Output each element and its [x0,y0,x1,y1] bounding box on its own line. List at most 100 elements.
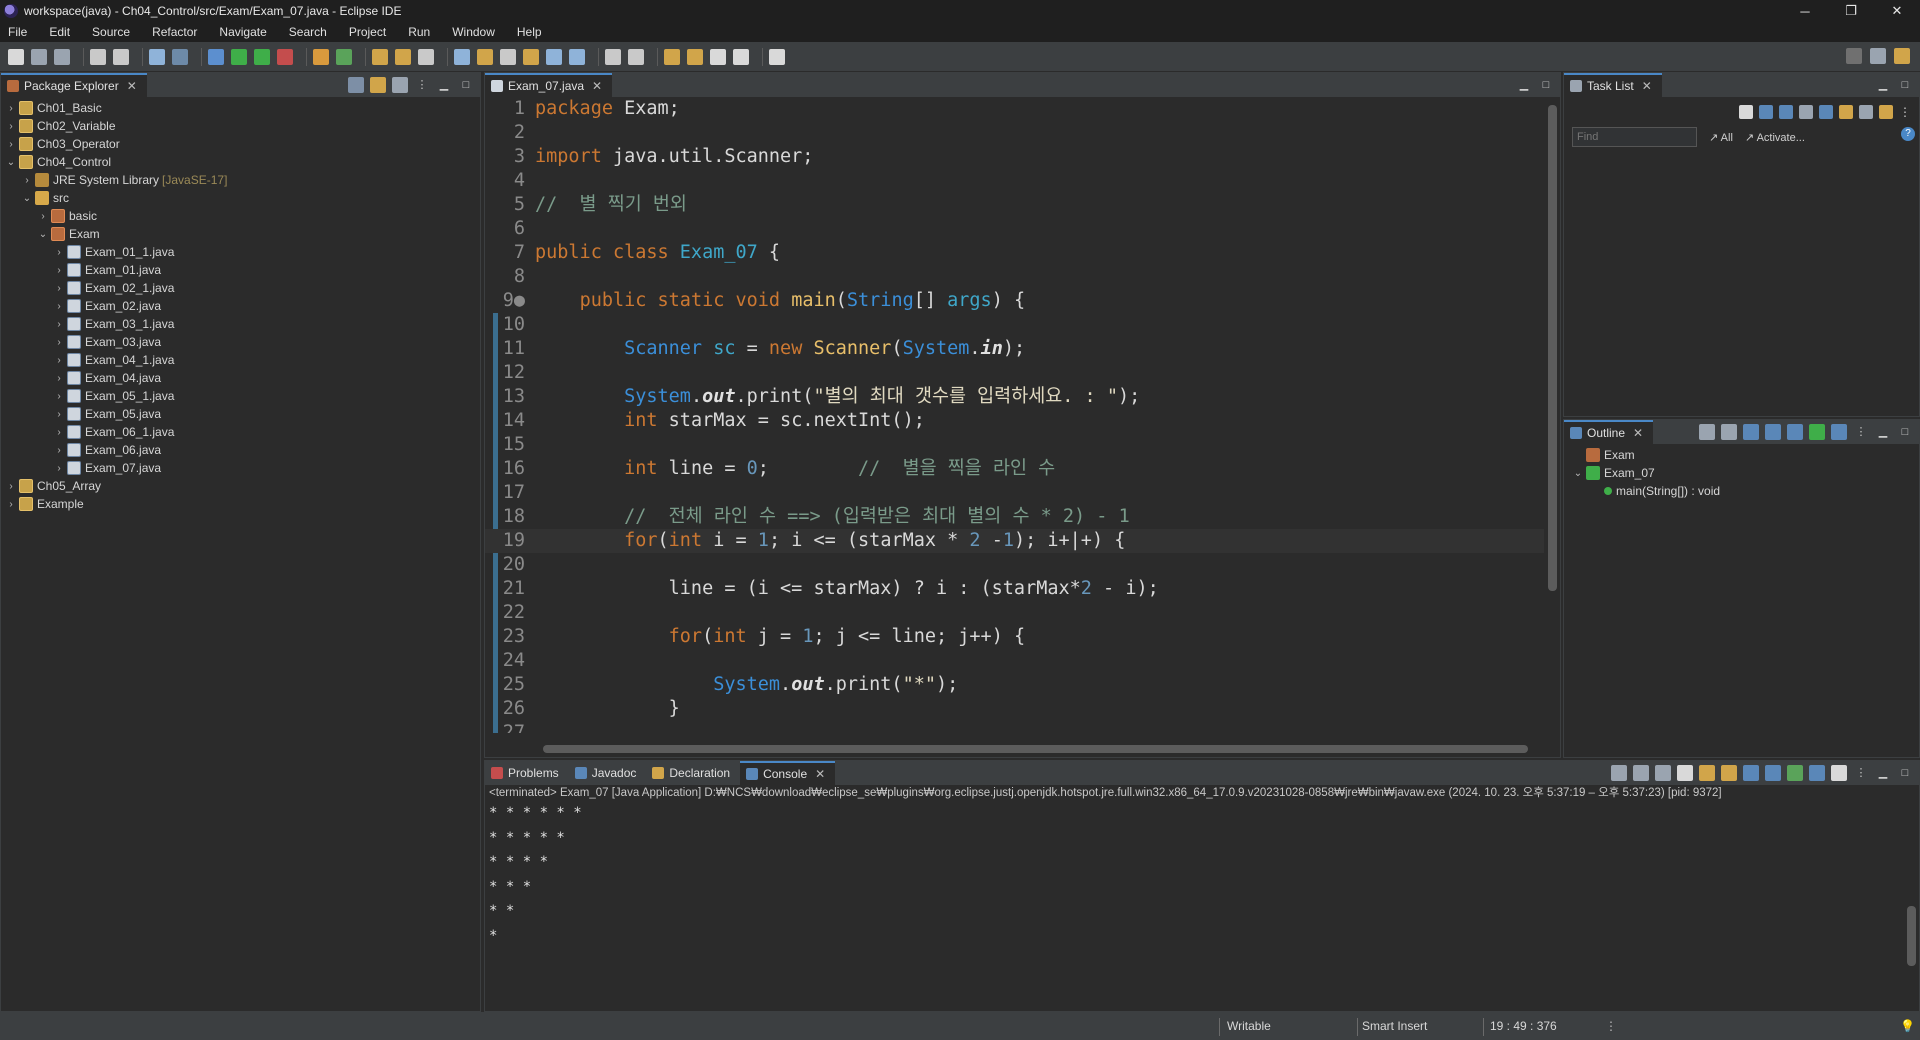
display-selected-console-icon[interactable] [1809,765,1825,781]
tree-item[interactable]: ⌄ src [1,189,480,207]
code-line[interactable]: 9● public static void main(String[] args… [485,289,1544,313]
close-icon[interactable]: ✕ [127,79,137,93]
chevron-down-icon[interactable]: ⌄ [37,229,49,240]
menu-search[interactable]: Search [289,25,327,39]
tree-item[interactable]: › Exam_07.java [1,459,480,477]
tree-item[interactable]: › Exam_02_1.java [1,279,480,297]
hide-completed-icon[interactable] [1819,105,1833,119]
word-wrap-icon[interactable] [1721,765,1737,781]
code-line[interactable]: 8 [485,265,1544,289]
chevron-right-icon[interactable]: › [53,319,65,330]
tab-problems[interactable]: Problems [485,761,569,785]
chevron-right-icon[interactable]: › [5,121,17,132]
code-line[interactable]: 10 [485,313,1544,337]
collapse-all-icon[interactable] [1699,424,1715,440]
search-tool-icon[interactable] [418,48,434,65]
chevron-right-icon[interactable]: › [53,301,65,312]
maximize-icon[interactable]: □ [1538,77,1554,93]
tree-item[interactable]: › JRE System Library [JavaSE-17] [1,171,480,189]
outline-item[interactable]: ⌄ Exam_07 [1564,464,1919,482]
run-icon[interactable] [231,48,247,65]
tree-item[interactable]: › Exam_04_1.java [1,351,480,369]
terminate-icon[interactable] [1611,765,1627,781]
code-line[interactable]: 14 int starMax = sc.nextInt(); [485,409,1544,433]
view-menu-icon[interactable]: ⋮ [1853,765,1869,781]
activate-link[interactable]: ↗ Activate... [1745,131,1805,144]
chevron-right-icon[interactable]: › [37,211,49,222]
tree-item[interactable]: › Exam_06_1.java [1,423,480,441]
tree-item[interactable]: › Ch01_Basic [1,99,480,117]
sort-icon[interactable] [1839,105,1853,119]
synchronize-icon[interactable] [1879,105,1893,119]
menu-source[interactable]: Source [92,25,130,39]
show-whitespace-icon[interactable] [546,48,562,65]
chevron-right-icon[interactable]: › [5,103,17,114]
chevron-right-icon[interactable]: › [53,391,65,402]
code-line[interactable]: 24 [485,649,1544,673]
code-line[interactable]: 25 System.out.print("*"); [485,673,1544,697]
hide-static-icon[interactable] [1787,424,1803,440]
chevron-down-icon[interactable]: ⌄ [1572,468,1584,479]
menu-navigate[interactable]: Navigate [219,25,266,39]
insert-mode-status[interactable]: Smart Insert [1362,1012,1427,1040]
view-menu-icon[interactable]: ⋮ [1853,424,1869,440]
chevron-right-icon[interactable]: › [5,481,17,492]
remove-all-terminated-icon[interactable] [1655,765,1671,781]
maximize-icon[interactable]: □ [1897,424,1913,440]
editor-horizontal-scrollbar[interactable] [535,741,1544,757]
collapse-all-icon[interactable] [1859,105,1873,119]
pin-console-icon[interactable] [1787,765,1803,781]
code-line[interactable]: 11 Scanner sc = new Scanner(System.in); [485,337,1544,361]
tree-item[interactable]: › Ch03_Operator [1,135,480,153]
view-menu-icon[interactable]: ⋮ [414,77,430,93]
focus-icon[interactable] [1799,105,1813,119]
close-window-button[interactable]: ✕ [1874,0,1920,22]
save-all-icon[interactable] [54,48,70,65]
chevron-right-icon[interactable]: › [53,355,65,366]
new-task-icon[interactable] [1739,105,1753,119]
code-line[interactable]: 19 for(int i = 1; i <= (starMax * 2 -1);… [485,529,1544,553]
collapse-all-icon[interactable] [348,77,364,93]
menu-file[interactable]: File [8,25,27,39]
terminal-icon[interactable] [149,48,165,65]
code-line[interactable]: 2 [485,121,1544,145]
menu-project[interactable]: Project [349,25,386,39]
code-line[interactable]: 16 int line = 0; // 별을 찍을 라인 수 [485,457,1544,481]
open-console-icon[interactable] [1831,765,1847,781]
scroll-lock-icon[interactable] [1699,765,1715,781]
undo-icon[interactable] [90,48,106,65]
chevron-right-icon[interactable]: › [53,445,65,456]
code-line[interactable]: 13 System.out.print("별의 최대 갯수를 입력하세요. : … [485,385,1544,409]
console-vertical-scrollbar[interactable] [1903,801,1919,995]
code-line[interactable]: 15 [485,433,1544,457]
code-line[interactable]: 26 } [485,697,1544,721]
maximize-icon[interactable]: □ [458,77,474,93]
tip-bulb-icon[interactable]: 💡 [1900,1012,1915,1040]
tree-item[interactable]: › Example [1,495,480,513]
close-icon[interactable]: ✕ [1642,79,1652,93]
chevron-right-icon[interactable]: › [53,463,65,474]
maximize-icon[interactable]: □ [1897,77,1913,93]
scrollbar-thumb[interactable] [1907,906,1916,966]
tree-item[interactable]: › Ch02_Variable [1,117,480,135]
filter-icon[interactable] [392,77,408,93]
code-line[interactable]: 1 package Exam; [485,97,1544,121]
search-icon[interactable] [1846,48,1862,64]
debug-icon[interactable] [208,48,224,65]
tab-javadoc[interactable]: Javadoc [569,761,647,785]
show-on-stderr-icon[interactable] [1765,765,1781,781]
new-java-class-icon[interactable] [336,48,352,65]
menu-run[interactable]: Run [408,25,430,39]
code-line[interactable]: 3 import java.util.Scanner; [485,145,1544,169]
hide-local-types-icon[interactable] [1831,424,1847,440]
minimize-icon[interactable]: ▁ [1875,765,1891,781]
help-icon[interactable]: ? [1901,127,1915,141]
menu-refactor[interactable]: Refactor [152,25,197,39]
tab-console[interactable]: Console ✕ [740,761,836,785]
toggle-mark-occurrences-icon[interactable] [454,48,470,65]
close-icon[interactable]: ✕ [815,767,825,781]
minimize-icon[interactable]: ▁ [1875,77,1891,93]
tree-item[interactable]: ⌄ Ch04_Control [1,153,480,171]
scheduled-icon[interactable] [1779,105,1793,119]
java-perspective-icon[interactable] [1894,48,1910,64]
